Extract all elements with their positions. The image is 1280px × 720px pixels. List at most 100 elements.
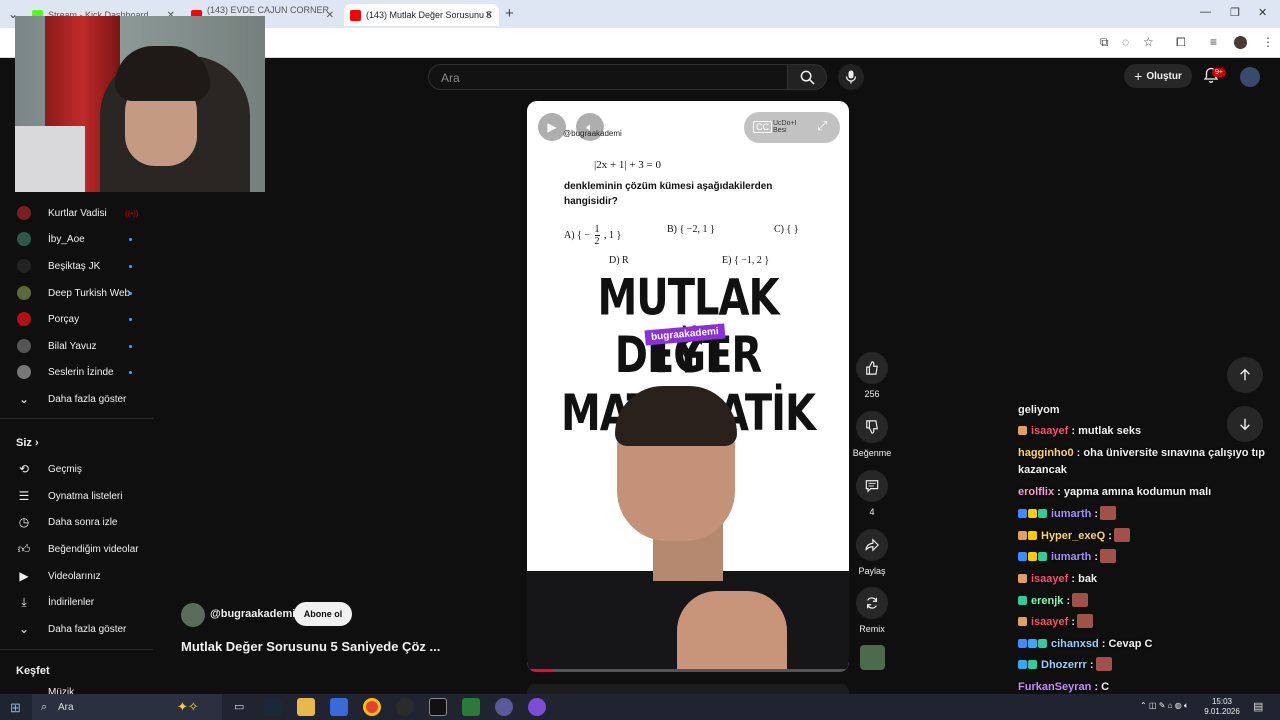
share-action[interactable]: Paylaş (852, 529, 892, 576)
sidebar-item-downloads[interactable]: ⤓ İndirilenler (0, 590, 153, 614)
comments-button[interactable] (856, 470, 888, 502)
captions-icon[interactable]: CC (753, 121, 772, 133)
clock[interactable]: 15:03 9.01.2026 (1200, 697, 1244, 717)
channel-avatar (17, 286, 31, 300)
media-icon[interactable]: ≡ (1210, 35, 1217, 49)
sidebar-item-history[interactable]: ⟲ Geçmiş (0, 457, 153, 481)
chat-username[interactable]: isaayef (1031, 425, 1068, 437)
overlay-caption-text: UcDo+I Besi (773, 120, 797, 134)
epic-games-icon[interactable] (429, 698, 447, 716)
like-button[interactable] (856, 352, 888, 384)
remix-button[interactable] (856, 587, 888, 619)
search-input[interactable]: Ara (428, 64, 788, 90)
chat-username[interactable]: Hyper_exeQ (1041, 530, 1105, 542)
video-title[interactable]: Mutlak Değer Sorusunu 5 Saniyede Çöz ... (181, 639, 440, 654)
tab-close-icon[interactable]: ✕ (326, 10, 334, 21)
tray-icons[interactable]: ⌃ ◫ ✎ ⌂ ◍ 🔈︎ (1140, 701, 1189, 711)
tab-mutlak-deger[interactable]: (143) Mutlak Değer Sorusunu 5 ✕ (344, 4, 499, 26)
sidebar-item-your-videos[interactable]: ▶ Videolarınız (0, 564, 153, 588)
sidebar-item-porcay[interactable]: Porçay (0, 307, 153, 331)
channel-name[interactable]: @bugraakademi (210, 608, 295, 620)
taskbar-search[interactable]: ⌕ Ara ✦✧ (32, 694, 222, 720)
subscribe-button[interactable]: Abone ol (294, 602, 352, 626)
share-button[interactable] (856, 529, 888, 561)
taskbar-search-label: Ara (58, 701, 74, 713)
bookmark-star-icon[interactable]: ☆ (1143, 35, 1154, 49)
sidebar-item-watch-later[interactable]: ◷ Daha sonra izle (0, 510, 153, 534)
new-tab-button[interactable]: + (505, 5, 514, 22)
voice-search-button[interactable] (838, 64, 864, 90)
channel-avatar[interactable] (181, 603, 205, 627)
sidebar: Kurtlar Vadisi ((•)) İby_Aoe Beşiktaş JK… (0, 195, 153, 696)
cast-icon[interactable]: ⧉ (1100, 35, 1109, 50)
sidebar-item-bilal-yavuz[interactable]: Bilal Yavuz (0, 334, 153, 358)
sidebar-item-seslerin-izinde[interactable]: Seslerin İzinde (0, 360, 153, 384)
steam-app-icon[interactable] (264, 698, 282, 716)
chat-username[interactable]: isaayef (1031, 573, 1068, 585)
shorts-player[interactable]: ▶ 🔈︎ @bugraakademi CC UcDo+I Besi ⤢ |2x … (527, 101, 849, 672)
chat-username[interactable]: iumarth (1051, 508, 1091, 520)
play-button[interactable]: ▶ (538, 113, 566, 141)
sidebar-item-iby-aoe[interactable]: İby_Aoe (0, 227, 153, 251)
file-explorer-icon[interactable] (297, 698, 315, 716)
chat-username[interactable]: iumarth (1051, 551, 1091, 563)
remix-action[interactable]: Remix (852, 587, 892, 634)
eye-off-icon[interactable]: ◌ (1122, 35, 1129, 49)
tab-close-icon[interactable]: ✕ (485, 10, 493, 21)
chat-badges (1018, 614, 1028, 631)
you-section-label: Siz (16, 437, 32, 449)
option-c: C) { } (774, 224, 799, 235)
sidebar-item-kurtlar-vadisi[interactable]: Kurtlar Vadisi ((•)) (0, 201, 153, 225)
chat-badge-icon (1018, 426, 1027, 435)
xbox-app-icon[interactable] (462, 698, 480, 716)
chat-username[interactable]: erolflix (1018, 486, 1054, 498)
notification-center-icon[interactable]: ▤ (1253, 700, 1263, 713)
dislike-action[interactable]: Beğenme (852, 411, 892, 458)
dislike-button[interactable] (856, 411, 888, 443)
video-progress-bar[interactable] (527, 669, 849, 672)
arrow-up-icon (1240, 368, 1250, 381)
sidebar-item-besiktas[interactable]: Beşiktaş JK (0, 254, 153, 278)
webcam-streamer-hair (115, 46, 210, 101)
chat-username[interactable]: erenjk (1031, 595, 1063, 607)
create-button[interactable]: + Oluştur (1124, 64, 1192, 88)
profile-avatar[interactable] (1234, 36, 1247, 49)
sidebar-item-liked-videos[interactable]: 👍︎ Beğendiğim videolar (0, 537, 153, 561)
chat-username[interactable]: isaayef (1031, 616, 1068, 628)
sidebar-item-playlists[interactable]: ☰ Oynatma listeleri (0, 484, 153, 508)
show-more-label: Daha fazla göster (48, 393, 127, 405)
app-icon[interactable] (495, 698, 513, 716)
chat-text: : bak (1071, 573, 1098, 585)
chat-badge-icon (1028, 552, 1037, 561)
app-icon[interactable] (528, 698, 546, 716)
fraction-numerator: 1 (594, 224, 600, 236)
show-more-you-button[interactable]: ⌄ Daha fazla göster (0, 617, 153, 641)
chat-username[interactable]: hagginho0 (1018, 447, 1074, 459)
show-more-subscriptions-button[interactable]: ⌄ Daha fazla göster (0, 387, 153, 411)
chat-emote-icon (1077, 614, 1094, 628)
close-window-icon[interactable]: ✕ (1258, 6, 1267, 19)
sound-source-thumbnail[interactable] (860, 645, 885, 670)
sidebar-item-deep-turkish-web[interactable]: Deep Turkish Web (0, 281, 153, 305)
obs-app-icon[interactable] (396, 698, 414, 716)
comments-action[interactable]: 4 (852, 470, 892, 517)
restore-icon[interactable]: ❐ (1230, 6, 1240, 19)
chat-username[interactable]: cihanxsd (1051, 638, 1099, 650)
search-button[interactable] (787, 64, 827, 90)
account-avatar[interactable] (1240, 67, 1260, 87)
minimize-icon[interactable]: — (1200, 6, 1211, 18)
task-view-icon[interactable]: ▭ (234, 700, 244, 713)
windows-start-icon[interactable]: ⊞ (10, 700, 21, 716)
previous-short-button[interactable] (1227, 357, 1263, 393)
webcam-bed (15, 126, 85, 192)
like-action[interactable]: 256 (852, 352, 892, 399)
menu-kebab-icon[interactable]: ⋮ (1262, 35, 1274, 49)
store-app-icon[interactable] (330, 698, 348, 716)
chat-username[interactable]: Dhozerrr (1041, 659, 1087, 671)
chrome-app-icon[interactable] (363, 698, 381, 716)
extensions-icon[interactable]: ⧠ (1176, 35, 1186, 50)
chat-username[interactable]: FurkanSeyran (1018, 681, 1091, 693)
you-section-header[interactable]: Siz › (16, 437, 39, 449)
chat-message: geliyom (1018, 402, 1280, 419)
fullscreen-icon[interactable]: ⤢ (817, 118, 827, 134)
